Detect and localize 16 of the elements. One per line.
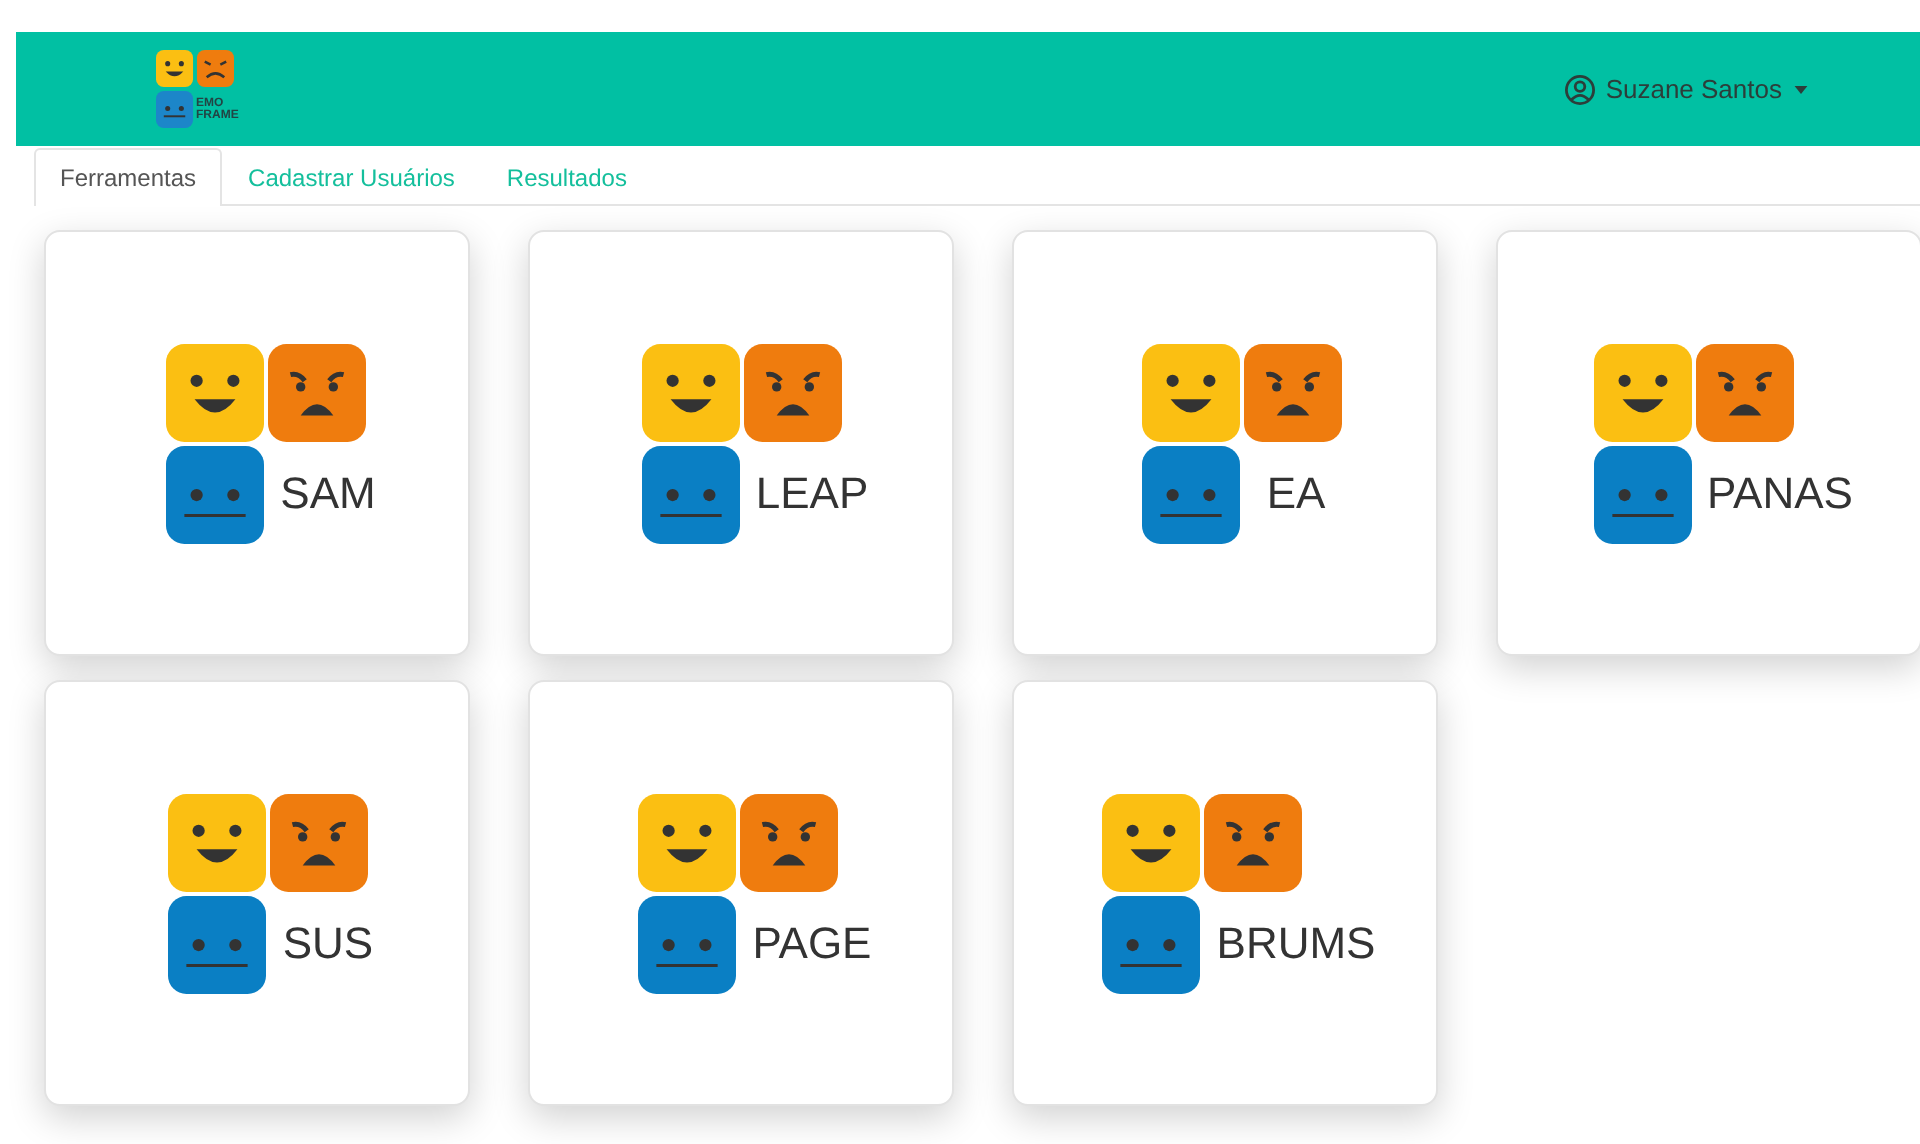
tool-name: SUS bbox=[282, 918, 374, 970]
tool-name: PAGE bbox=[752, 918, 872, 970]
tool-card[interactable]: PANAS bbox=[1496, 230, 1920, 656]
tool-card[interactable]: LEAP bbox=[528, 230, 954, 656]
tool-card[interactable]: PAGE bbox=[528, 680, 954, 1106]
tool-name: EA bbox=[1266, 468, 1326, 520]
tool-name: PANAS bbox=[1707, 468, 1853, 520]
tool-card[interactable]: EA bbox=[1012, 230, 1438, 656]
tool-card[interactable]: SAM bbox=[44, 230, 470, 656]
tool-card[interactable]: BRUMS bbox=[1012, 680, 1438, 1106]
tool-name: BRUMS bbox=[1216, 918, 1376, 970]
user-menu[interactable]: Suzane Santos bbox=[1563, 73, 1808, 105]
tab[interactable]: Ferramentas bbox=[34, 148, 223, 206]
tool-name: SAM bbox=[280, 468, 376, 520]
tool-card[interactable]: SUS bbox=[44, 680, 470, 1106]
tool-name: LEAP bbox=[755, 468, 869, 520]
